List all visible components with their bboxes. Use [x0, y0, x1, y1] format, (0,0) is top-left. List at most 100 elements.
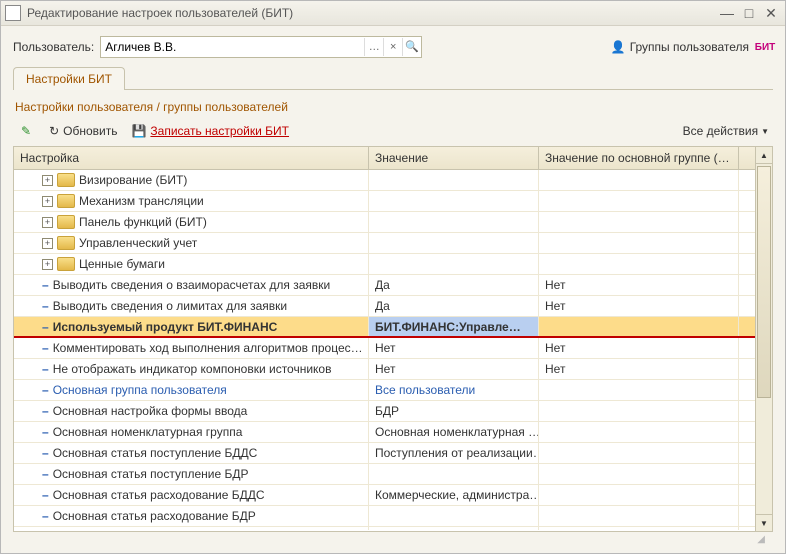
row-label: Используемый продукт БИТ.ФИНАНС: [53, 320, 278, 334]
row-value[interactable]: [369, 191, 539, 211]
table-row[interactable]: –Основное ЦФООАО ПромСтрой: [14, 527, 755, 530]
scroll-down-button[interactable]: ▼: [756, 514, 772, 531]
tab-settings-bit[interactable]: Настройки БИТ: [13, 67, 125, 90]
leaf-icon: –: [42, 509, 49, 523]
table-row[interactable]: +Ценные бумаги: [14, 254, 755, 275]
row-value[interactable]: [369, 233, 539, 253]
table-row[interactable]: –Основная статья поступление БДР: [14, 464, 755, 485]
leaf-icon: –: [42, 488, 49, 502]
row-value[interactable]: ОАО ПромСтрой: [369, 527, 539, 530]
column-name[interactable]: Настройка: [14, 147, 369, 169]
leaf-icon: –: [42, 404, 49, 418]
table-row[interactable]: +Панель функций (БИТ): [14, 212, 755, 233]
expand-icon[interactable]: +: [42, 217, 53, 228]
row-label: Основная настройка формы ввода: [53, 404, 248, 418]
row-label: Основная группа пользователя: [53, 383, 227, 397]
folder-icon: [57, 257, 75, 271]
table-row[interactable]: –Основная статья расходование БДДС Коммер…: [14, 485, 755, 506]
resize-grip[interactable]: ◢: [13, 532, 773, 547]
user-search-button[interactable]: 🔍: [402, 38, 421, 56]
column-group-value[interactable]: Значение по основной группе (только ...: [539, 147, 739, 169]
row-value[interactable]: Нет: [369, 359, 539, 379]
row-value[interactable]: Поступления от реализации…: [369, 443, 539, 463]
expand-icon[interactable]: +: [42, 238, 53, 249]
leaf-icon: –: [42, 362, 49, 376]
row-label: Управленческий учет: [79, 236, 197, 250]
vertical-scrollbar[interactable]: ▲ ▼: [755, 147, 772, 531]
leaf-icon: –: [42, 320, 49, 334]
table-row[interactable]: –Основная номенклатурная группаОсновная …: [14, 422, 755, 443]
table-row[interactable]: –Не отображать индикатор компоновки исто…: [14, 359, 755, 380]
scrollbar-thumb[interactable]: [757, 166, 771, 398]
table-row[interactable]: –Основная статья расходование БДР: [14, 506, 755, 527]
leaf-icon: –: [42, 299, 49, 313]
user-groups-link[interactable]: 👤 Группы пользователя: [611, 40, 749, 54]
table-row[interactable]: –Выводить сведения о взаиморасчетах для …: [14, 275, 755, 296]
row-group-value: [539, 527, 739, 530]
row-group-value: [539, 380, 739, 400]
pencil-icon: ✎: [21, 124, 31, 138]
user-input[interactable]: [101, 40, 364, 54]
user-field[interactable]: … × 🔍: [100, 36, 422, 58]
row-label: Основная статья расходование БДДС: [53, 488, 265, 502]
table-row[interactable]: + Управленческий учет: [14, 233, 755, 254]
leaf-icon: –: [42, 341, 49, 355]
expand-icon[interactable]: +: [42, 259, 53, 270]
row-label: Основная статья поступление БДР: [53, 467, 249, 481]
row-label: Визирование (БИТ): [79, 173, 187, 187]
expand-icon[interactable]: +: [42, 196, 53, 207]
table-row[interactable]: –Основная настройка формы ввода БДР: [14, 401, 755, 422]
row-value[interactable]: Да: [369, 296, 539, 316]
user-select-button[interactable]: …: [364, 38, 383, 56]
folder-icon: [57, 236, 75, 250]
row-value[interactable]: [369, 254, 539, 274]
chevron-down-icon: ▼: [761, 127, 769, 136]
row-value[interactable]: БДР: [369, 401, 539, 421]
column-value[interactable]: Значение: [369, 147, 539, 169]
row-label: Выводить сведения о лимитах для заявки: [53, 299, 287, 313]
table-row[interactable]: –Основная статья поступление БДДС Поступл…: [14, 443, 755, 464]
row-label: Выводить сведения о взаиморасчетах для з…: [53, 278, 331, 292]
table-row[interactable]: –Комментировать ход выполнения алгоритмо…: [14, 338, 755, 359]
leaf-icon: –: [42, 446, 49, 460]
close-button[interactable]: ✕: [761, 5, 781, 21]
row-value[interactable]: Основная номенклатурная …: [369, 422, 539, 442]
row-group-value: Нет: [539, 359, 739, 379]
row-value[interactable]: [369, 170, 539, 190]
scroll-up-button[interactable]: ▲: [756, 147, 772, 164]
row-group-value: [539, 170, 739, 190]
leaf-icon: –: [42, 278, 49, 292]
row-value[interactable]: Да: [369, 275, 539, 295]
row-value[interactable]: Нет: [369, 338, 539, 358]
row-group-value: Нет: [539, 275, 739, 295]
table-row[interactable]: –Основная группа пользователяВсе пользов…: [14, 380, 755, 401]
row-label: Основная статья расходование БДР: [53, 509, 256, 523]
minimize-button[interactable]: —: [717, 5, 737, 21]
refresh-icon: ↻: [49, 124, 59, 138]
bit-icon[interactable]: БИТ: [757, 39, 773, 55]
edit-button[interactable]: ✎: [17, 122, 39, 140]
row-label: Механизм трансляции: [79, 194, 204, 208]
row-group-value: Нет: [539, 296, 739, 316]
row-value[interactable]: [369, 212, 539, 232]
save-settings-button[interactable]: 💾Записать настройки БИТ: [127, 122, 293, 140]
row-value[interactable]: БИТ.ФИНАНС:Управле…: [369, 317, 539, 337]
expand-icon[interactable]: +: [42, 175, 53, 186]
row-value[interactable]: [369, 464, 539, 484]
row-value[interactable]: Коммерческие, администра…: [369, 485, 539, 505]
table-row[interactable]: + Визирование (БИТ): [14, 170, 755, 191]
refresh-button[interactable]: ↻Обновить: [45, 122, 121, 140]
maximize-button[interactable]: □: [739, 5, 759, 21]
all-actions-menu[interactable]: Все действия ▼: [683, 124, 769, 138]
titlebar: Редактирование настроек пользователей (Б…: [1, 1, 785, 26]
table-row[interactable]: –Используемый продукт БИТ.ФИНАНС БИТ.ФИНА…: [14, 317, 755, 338]
window-title: Редактирование настроек пользователей (Б…: [27, 6, 715, 20]
row-value[interactable]: [369, 506, 539, 526]
user-clear-button[interactable]: ×: [383, 38, 402, 56]
row-value[interactable]: Все пользователи: [369, 380, 539, 400]
table-row[interactable]: + Механизм трансляции: [14, 191, 755, 212]
row-label: Основная статья поступление БДДС: [53, 446, 258, 460]
row-label: Не отображать индикатор компоновки источ…: [53, 362, 332, 376]
row-group-value: [539, 212, 739, 232]
table-row[interactable]: –Выводить сведения о лимитах для заявки Д…: [14, 296, 755, 317]
